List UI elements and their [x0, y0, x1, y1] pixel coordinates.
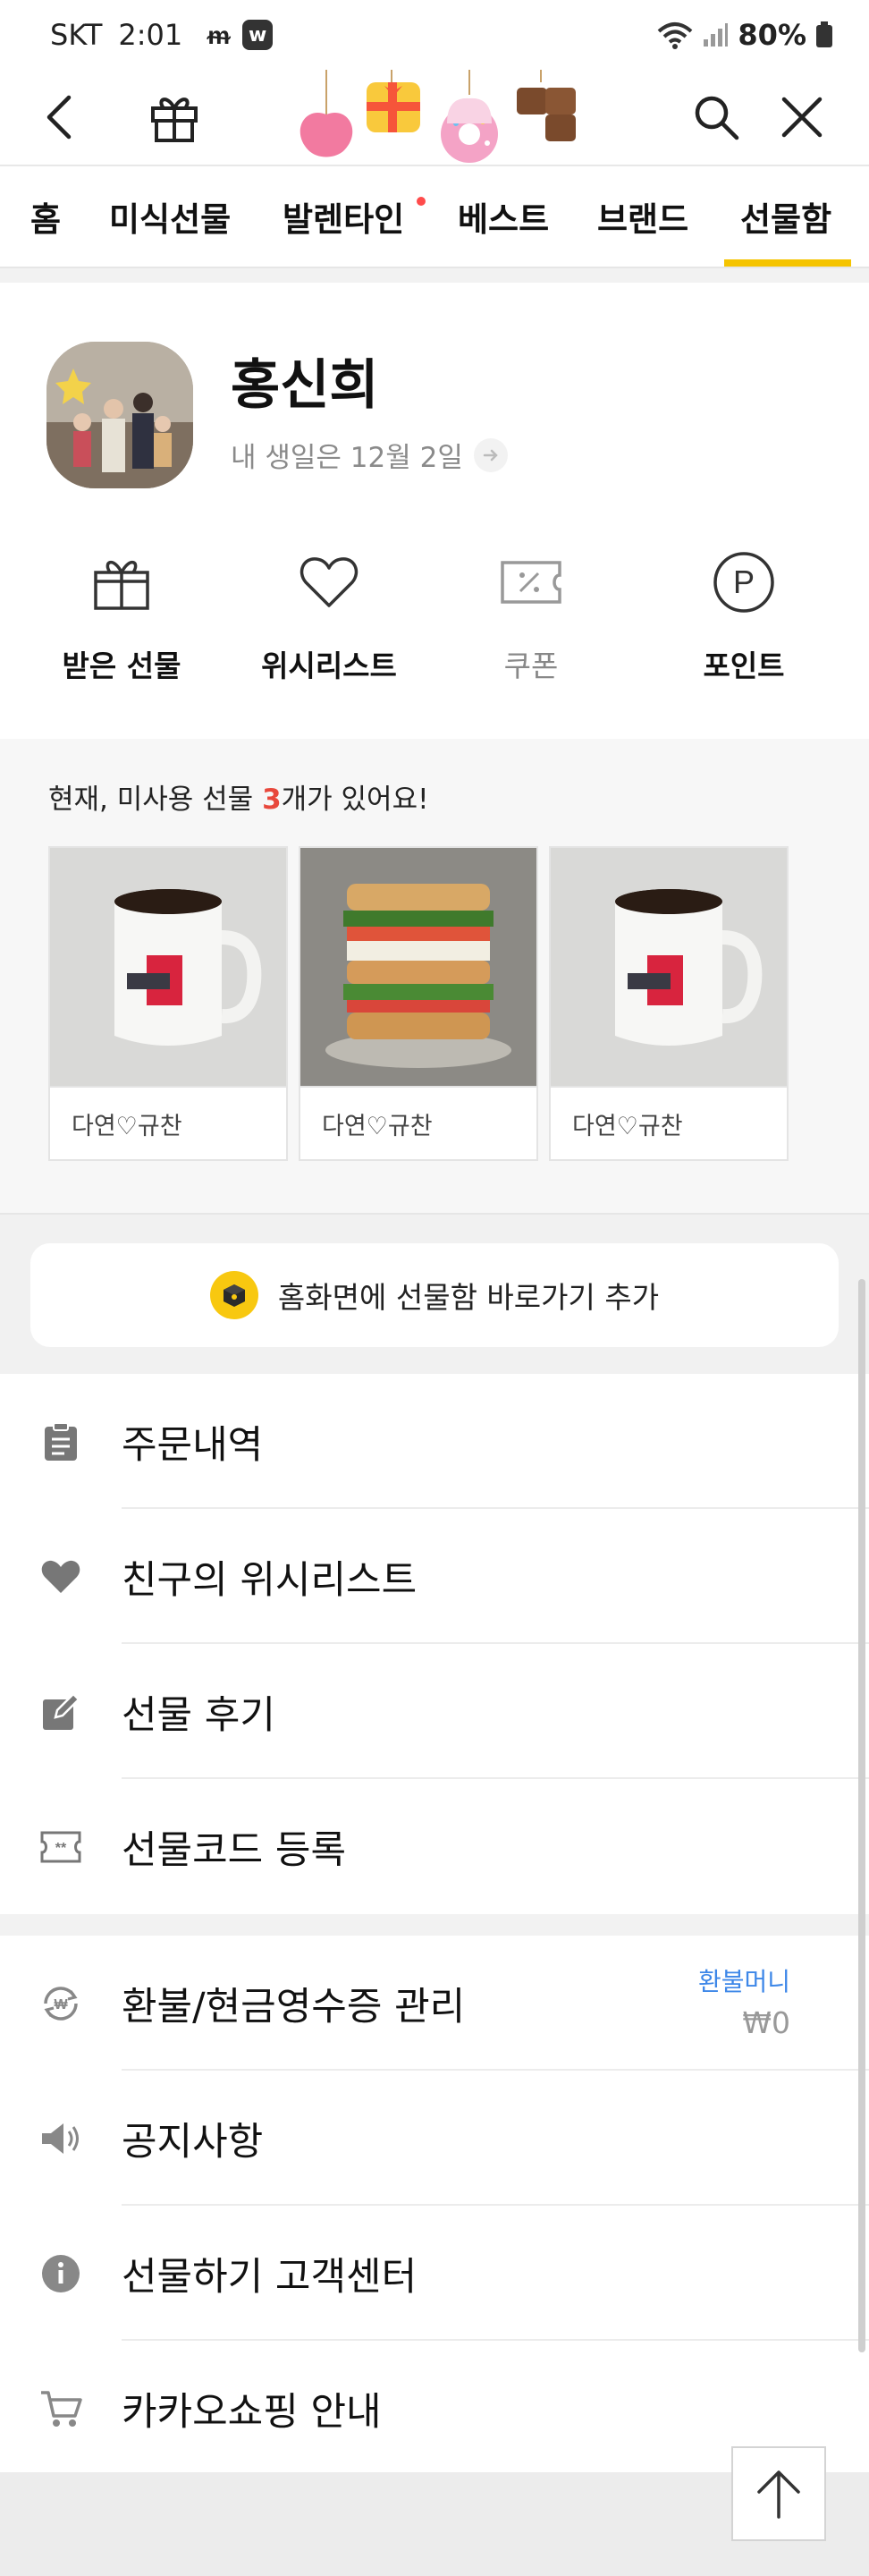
notice-label: 공지사항	[122, 2119, 264, 2165]
friends-wishlist-item[interactable]: 친구의 위시리스트	[0, 1509, 869, 1644]
gift-review-label: 선물 후기	[122, 1692, 275, 1738]
valentine-sweets-decoration	[300, 70, 576, 163]
time-text: 2:01	[118, 18, 183, 52]
gift-box-icon	[94, 561, 149, 610]
close-icon	[781, 97, 823, 138]
refund-money-value: ₩0	[742, 2005, 790, 2040]
order-history-label: 주문내역	[122, 1422, 264, 1468]
order-history-item[interactable]: 주문내역	[0, 1374, 869, 1509]
gift-sender-label: 다연♡규찬	[300, 1086, 536, 1159]
point-p-icon: P	[713, 552, 774, 613]
new-badge-dot	[417, 197, 426, 206]
wishlist-button[interactable]: 위시리스트	[240, 542, 418, 685]
tab-home[interactable]: 홈	[30, 166, 61, 267]
gift-box-shortcut-icon	[209, 1271, 258, 1319]
heart-icon	[300, 557, 359, 607]
tab-valentine[interactable]: 발렌타인	[283, 166, 404, 267]
heart-filled-icon	[36, 1552, 86, 1602]
coffee-mug-image	[551, 848, 787, 1086]
gift-review-item[interactable]: 선물 후기	[0, 1644, 869, 1779]
unused-gifts-message: 현재, 미사용 선물 3개가 있어요!	[48, 784, 429, 816]
back-button[interactable]	[30, 88, 89, 147]
sandwich-image	[300, 848, 536, 1086]
carrier-text: SKT	[50, 18, 103, 52]
top-app-bar	[0, 70, 869, 165]
avatar-photo	[46, 342, 193, 488]
avatar[interactable]	[46, 342, 193, 488]
profile-section: 홍신희 내 생일은 12월 2일 받은 선물 위시리스트 쿠폰 P 포인트	[0, 283, 869, 739]
coupon-icon	[501, 561, 561, 604]
svg-text:P: P	[733, 564, 755, 600]
speaker-icon	[36, 2114, 86, 2164]
received-gifts-button[interactable]: 받은 선물	[32, 542, 211, 685]
unused-count: 3	[262, 784, 282, 816]
scroll-to-top-button[interactable]	[731, 2446, 826, 2541]
code-ticket-icon: **	[36, 1822, 86, 1872]
notice-item[interactable]: 공지사항	[0, 2071, 869, 2206]
add-home-shortcut-label: 홈화면에 선물함 바로가기 추가	[277, 1280, 660, 1315]
status-bar: SKT 2:01 ᵯ w 80%	[0, 0, 869, 70]
search-button[interactable]	[687, 88, 746, 147]
signal-icon	[704, 23, 729, 47]
unused-gifts-section: 현재, 미사용 선물 3개가 있어요! 다연♡규찬 다연♡규찬 다연♡규찬	[0, 739, 869, 1213]
notification-m-icon: ᵯ	[207, 20, 231, 50]
refund-money: 환불머니 ₩0	[698, 1962, 790, 2040]
wishlist-label: 위시리스트	[261, 648, 397, 683]
tab-gourmet-gift[interactable]: 미식선물	[109, 166, 231, 267]
gift-button[interactable]	[145, 88, 204, 147]
refund-money-label: 환불머니	[697, 1967, 790, 1996]
clipboard-icon	[36, 1417, 86, 1467]
app-w-icon: w	[242, 20, 274, 50]
point-button[interactable]: P 포인트	[654, 542, 833, 685]
menu-group-2: ₩ 환불/현금영수증 관리 환불머니 ₩0 공지사항 선물하기 고객센터 카카오…	[0, 1936, 869, 2476]
active-tab-indicator	[724, 259, 851, 267]
menu-group-1: 주문내역 친구의 위시리스트 선물 후기 ** 선물코드 등록	[0, 1374, 869, 1914]
customer-center-item[interactable]: 선물하기 고객센터	[0, 2206, 869, 2341]
gift-code-register-label: 선물코드 등록	[122, 1827, 347, 1873]
gift-code-register-item[interactable]: ** 선물코드 등록	[0, 1779, 869, 1914]
birthday-text: 내 생일은 12월 2일	[231, 442, 463, 474]
point-label: 포인트	[703, 648, 785, 683]
tab-best[interactable]: 베스트	[458, 166, 549, 267]
wifi-icon	[658, 22, 693, 49]
gift-card[interactable]: 다연♡규찬	[48, 846, 288, 1161]
search-icon	[695, 96, 739, 140]
add-home-shortcut-button[interactable]: 홈화면에 선물함 바로가기 추가	[30, 1243, 839, 1347]
gift-card[interactable]: 다연♡규찬	[299, 846, 538, 1161]
edit-icon	[36, 1687, 86, 1737]
refund-receipt-label: 환불/현금영수증 관리	[122, 1984, 466, 2029]
info-icon	[36, 2249, 86, 2299]
shortcut-area: 홈화면에 선물함 바로가기 추가	[0, 1215, 869, 1374]
refund-receipt-item[interactable]: ₩ 환불/현금영수증 관리 환불머니 ₩0	[0, 1936, 869, 2071]
tab-gift-box[interactable]: 선물함	[740, 166, 831, 267]
gift-card[interactable]: 다연♡규찬	[549, 846, 789, 1161]
refund-won-icon: ₩	[36, 1979, 86, 2029]
arrow-up-icon	[757, 2470, 800, 2519]
birthday-link[interactable]: 내 생일은 12월 2일	[231, 435, 508, 475]
cart-icon	[36, 2384, 86, 2434]
close-button[interactable]	[772, 88, 831, 147]
coupon-button[interactable]: 쿠폰	[442, 542, 620, 685]
coupon-label: 쿠폰	[503, 648, 559, 683]
battery-icon	[816, 21, 832, 47]
gift-icon	[151, 97, 198, 142]
scrollbar[interactable]	[858, 1279, 865, 2352]
battery-text: 80%	[738, 18, 806, 52]
kakao-shopping-info-label: 카카오쇼핑 안내	[122, 2389, 382, 2435]
arrow-right-icon	[473, 437, 508, 472]
chevron-left-icon	[46, 95, 72, 140]
received-gifts-label: 받은 선물	[62, 648, 181, 683]
svg-text:₩: ₩	[54, 1997, 68, 2012]
svg-text:**: **	[55, 1841, 67, 1856]
user-name: 홍신희	[231, 354, 379, 417]
gift-sender-label: 다연♡규찬	[50, 1086, 286, 1159]
category-tabs: 홈 미식선물 발렌타인 베스트 브랜드 선물함	[0, 165, 869, 268]
customer-center-label: 선물하기 고객센터	[122, 2254, 418, 2300]
friends-wishlist-label: 친구의 위시리스트	[122, 1557, 418, 1603]
gift-sender-label: 다연♡규찬	[551, 1086, 787, 1159]
coffee-mug-image	[50, 848, 286, 1086]
tab-brand[interactable]: 브랜드	[597, 166, 688, 267]
